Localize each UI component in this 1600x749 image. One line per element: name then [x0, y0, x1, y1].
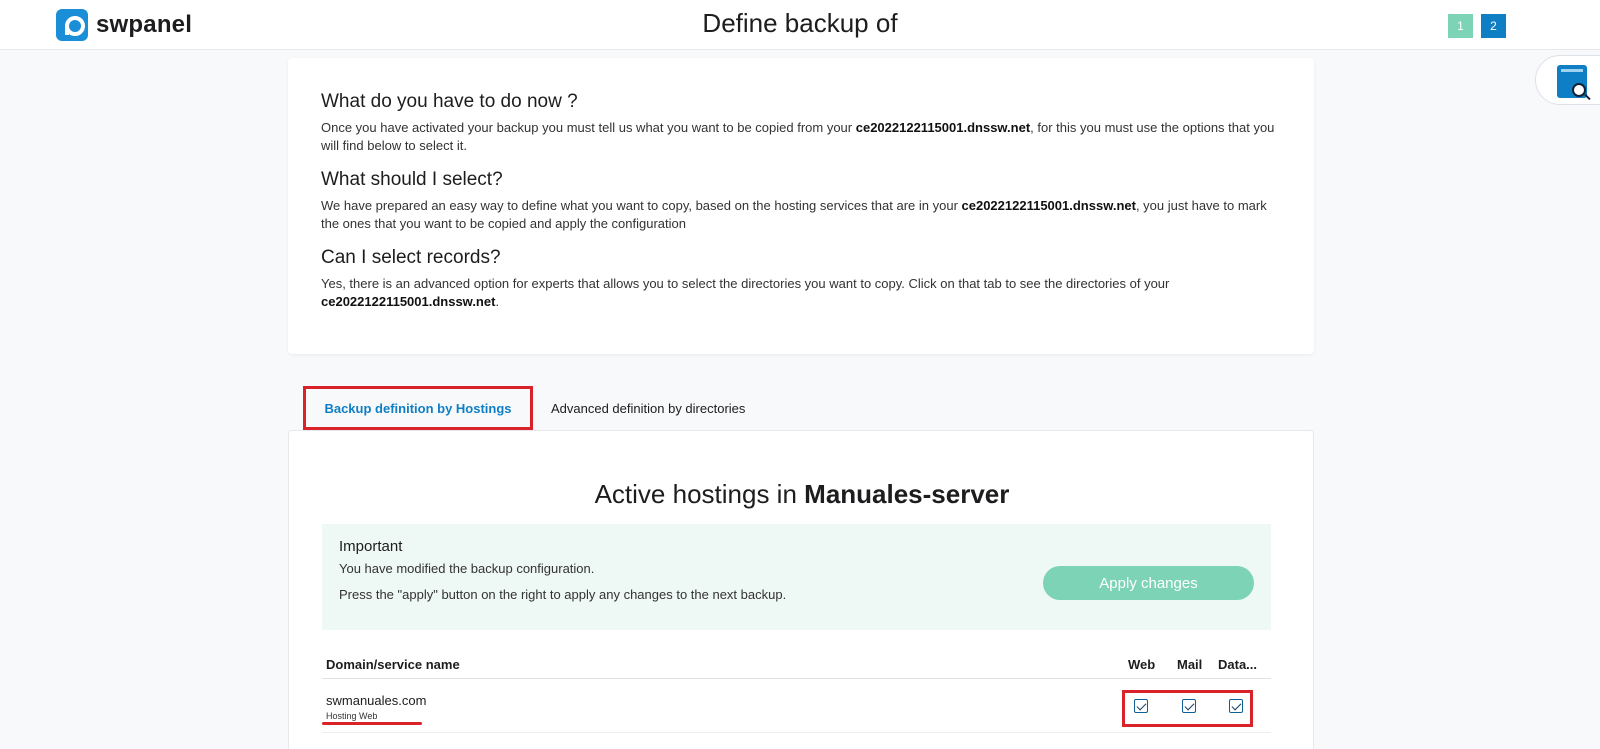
hostname: ce2022122115001.dnssw.net — [321, 294, 496, 309]
step-indicator: 1 2 — [1448, 14, 1506, 38]
page-title: Define backup of — [702, 8, 898, 38]
table-row: swmanuales.com Hosting Web — [322, 679, 1271, 733]
backup-definition-tabs: Backup definition by Hostings Advanced d… — [303, 386, 759, 430]
question-what-to-do: What do you have to do now ? — [321, 91, 578, 112]
question-select-records: Can I select records? — [321, 247, 501, 268]
column-mail: Mail — [1177, 657, 1203, 672]
highlight-underline — [322, 722, 422, 725]
table-header: Domain/service name Web Mail Data... — [322, 644, 1271, 679]
domain-name: swmanuales.com — [326, 693, 427, 708]
mail-checkbox[interactable] — [1182, 699, 1196, 713]
hostings-table: Domain/service name Web Mail Data... swm… — [322, 644, 1271, 733]
column-domain: Domain/service name — [326, 657, 460, 672]
tab-backup-by-hostings[interactable]: Backup definition by Hostings — [303, 386, 533, 430]
hostings-panel: Active hostings in Manuales-server Impor… — [288, 430, 1314, 749]
web-checkbox[interactable] — [1134, 699, 1148, 713]
data-checkbox[interactable] — [1229, 699, 1243, 713]
answer-select-records: Yes, there is an advanced option for exp… — [321, 276, 1170, 309]
notice-title: Important — [339, 538, 403, 555]
answer-what-to-select: We have prepared an easy way to define w… — [321, 198, 1267, 231]
instructions-card: What do you have to do now ? Once you ha… — [288, 58, 1314, 354]
help-manual-button[interactable] — [1535, 55, 1600, 105]
tab-advanced-by-directories[interactable]: Advanced definition by directories — [533, 386, 759, 430]
important-notice: Important You have modified the backup c… — [322, 524, 1271, 630]
column-web: Web — [1128, 657, 1156, 672]
answer-what-to-do: Once you have activated your backup you … — [321, 120, 1275, 153]
step-1[interactable]: 1 — [1448, 14, 1473, 38]
top-bar: swpanel Define backup of 1 2 — [0, 0, 1600, 50]
step-2[interactable]: 2 — [1481, 14, 1506, 38]
hostname: ce2022122115001.dnssw.net — [855, 120, 1031, 135]
service-type: Hosting Web — [326, 711, 378, 721]
server-name: Manuales-server — [804, 479, 1010, 509]
hostname: ce2022122115001.dnssw.net — [961, 198, 1136, 213]
question-what-to-select: What should I select? — [321, 169, 503, 190]
column-data: Data... — [1218, 657, 1258, 672]
search-icon — [1572, 83, 1586, 97]
apply-changes-button[interactable]: Apply changes — [1043, 566, 1254, 600]
section-title: Active hostings in Manuales-server — [594, 479, 1010, 509]
